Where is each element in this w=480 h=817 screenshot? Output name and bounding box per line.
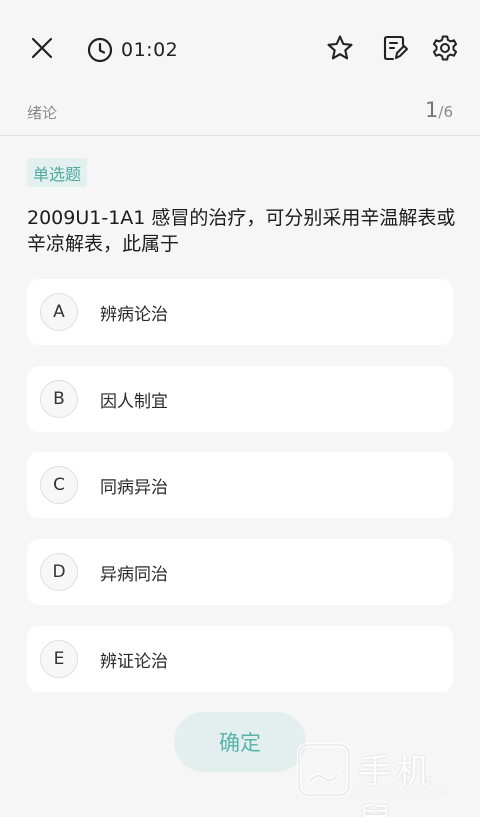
confirm-button[interactable]: 确定 <box>174 712 306 772</box>
question-progress: 1 / 6 <box>425 98 453 122</box>
chapter-title: 绪论 <box>27 104 58 122</box>
settings-button[interactable] <box>428 33 462 67</box>
exam-timer: 01:02 <box>86 34 178 66</box>
favorite-button[interactable] <box>323 33 357 67</box>
edit-icon <box>381 34 409 66</box>
option-text: 辨证论治 <box>100 651 168 672</box>
timer-value: 01:02 <box>121 39 179 61</box>
option-text: 异病同治 <box>100 564 168 585</box>
watermark: 手机鼠 SHOUJISHU.COM <box>296 742 466 817</box>
option-letter: B <box>40 380 78 418</box>
clock-icon <box>86 36 114 64</box>
current-question-number: 1 <box>425 98 439 122</box>
option-text: 辨病论治 <box>100 304 168 325</box>
watermark-subtitle: SHOUJISHU.COM <box>354 788 450 799</box>
chapter-bar: 绪论 1 / 6 <box>0 98 480 136</box>
close-button[interactable] <box>26 34 58 66</box>
question-type-badge: 单选题 <box>27 158 88 187</box>
option-letter: E <box>40 640 78 678</box>
option-letter: A <box>40 293 78 331</box>
watermark-logo-icon <box>296 742 352 798</box>
close-icon <box>31 37 53 63</box>
top-bar: 01:02 <box>0 0 480 98</box>
option-e[interactable]: E 辨证论治 <box>27 626 453 692</box>
option-a[interactable]: A 辨病论治 <box>27 279 453 345</box>
option-text: 因人制宜 <box>100 391 168 412</box>
note-button[interactable] <box>378 33 412 67</box>
option-text: 同病异治 <box>100 477 168 498</box>
option-letter: C <box>40 466 78 504</box>
option-letter: D <box>40 553 78 591</box>
question-text: 2009U1-1A1 感冒的治疗，可分别采用辛温解表或辛凉解表，此属于 <box>27 207 456 255</box>
option-d[interactable]: D 异病同治 <box>27 539 453 605</box>
gear-icon <box>431 34 459 66</box>
watermark-title: 手机鼠 <box>358 752 434 817</box>
option-c[interactable]: C 同病异治 <box>27 452 453 518</box>
total-questions: 6 <box>443 103 453 121</box>
star-icon <box>326 34 354 66</box>
option-b[interactable]: B 因人制宜 <box>27 366 453 432</box>
